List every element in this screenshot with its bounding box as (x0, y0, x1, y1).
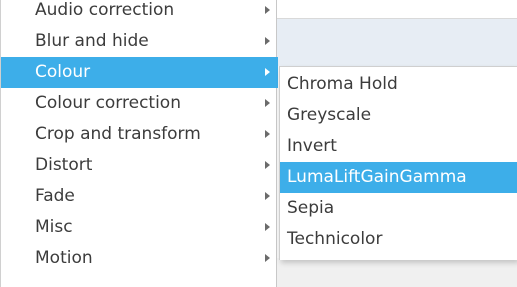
menu-item-label: Distort (35, 155, 93, 175)
chevron-right-icon (265, 161, 270, 169)
background-pane-bottom (277, 258, 517, 287)
chevron-right-icon (265, 254, 270, 262)
menu-item-crop-and-transform[interactable]: Crop and transform (1, 119, 278, 150)
colour-submenu: Chroma Hold Greyscale Invert LumaLiftGai… (279, 66, 517, 260)
submenu-item-technicolor[interactable]: Technicolor (280, 224, 517, 255)
submenu-item-sepia[interactable]: Sepia (280, 193, 517, 224)
chevron-right-icon (265, 68, 270, 76)
submenu-item-greyscale[interactable]: Greyscale (280, 100, 517, 131)
menu-item-label: Blur and hide (35, 31, 149, 51)
effects-menu: Audio correction Blur and hide Colour Co… (0, 0, 278, 287)
chevron-right-icon (265, 223, 270, 231)
menu-item-audio-correction[interactable]: Audio correction (1, 0, 278, 26)
background-pane-band (277, 18, 517, 66)
chevron-right-icon (265, 37, 270, 45)
chevron-right-icon (265, 99, 270, 107)
context-menu-screen: Audio correction Blur and hide Colour Co… (0, 0, 517, 287)
menu-item-label: Fade (35, 186, 75, 206)
menu-item-motion[interactable]: Motion (1, 243, 278, 274)
background-pane-top (277, 0, 517, 18)
menu-item-misc[interactable]: Misc (1, 212, 278, 243)
submenu-item-label: Chroma Hold (287, 74, 398, 94)
submenu-item-label: Invert (287, 136, 337, 156)
submenu-item-label: LumaLiftGainGamma (287, 167, 467, 187)
menu-item-blur-and-hide[interactable]: Blur and hide (1, 26, 278, 57)
menu-item-label: Colour correction (35, 93, 181, 113)
submenu-item-label: Sepia (287, 198, 335, 218)
chevron-right-icon (265, 192, 270, 200)
submenu-item-label: Technicolor (287, 229, 383, 249)
chevron-right-icon (265, 130, 270, 138)
submenu-item-label: Greyscale (287, 105, 372, 125)
menu-item-colour-correction[interactable]: Colour correction (1, 88, 278, 119)
menu-item-fade[interactable]: Fade (1, 181, 278, 212)
submenu-item-chroma-hold[interactable]: Chroma Hold (280, 69, 517, 100)
menu-item-label: Audio correction (35, 0, 175, 20)
submenu-item-invert[interactable]: Invert (280, 131, 517, 162)
menu-item-distort[interactable]: Distort (1, 150, 278, 181)
menu-item-label: Motion (35, 248, 93, 268)
menu-item-label: Misc (35, 217, 73, 237)
chevron-right-icon (265, 6, 270, 14)
menu-item-label: Crop and transform (35, 124, 201, 144)
submenu-item-lumaliftgaingamma[interactable]: LumaLiftGainGamma (280, 162, 517, 193)
menu-item-label: Colour (35, 62, 91, 82)
menu-item-colour[interactable]: Colour (1, 57, 278, 88)
